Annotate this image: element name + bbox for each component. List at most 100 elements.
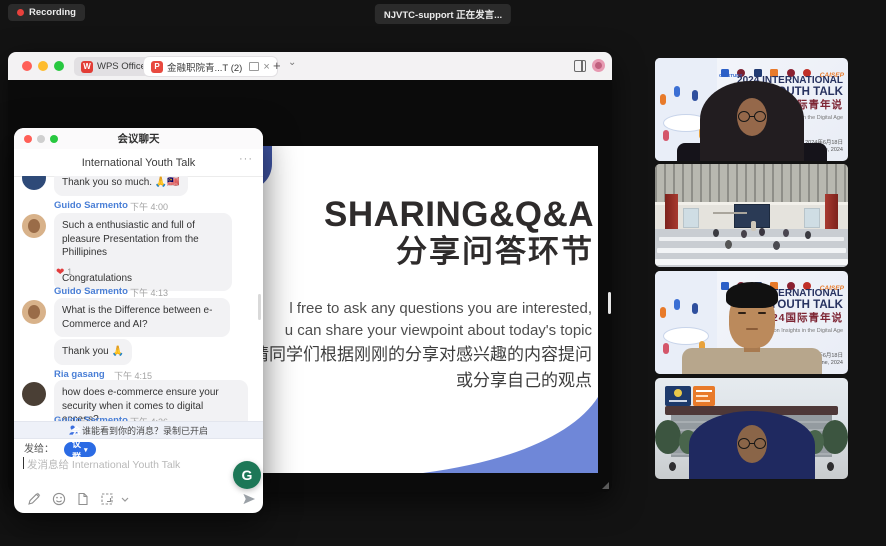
text-caret [23,457,24,469]
banner-line [713,212,747,214]
slide-body-text: l free to ask any questions you are inte… [252,298,592,394]
grammarly-badge[interactable]: G [233,461,261,489]
active-speaker-banner: NJVTC-support 正在发言... [375,4,511,24]
recording-dot-icon [17,9,24,16]
window-right [804,208,820,228]
sender-name: Guido Sarmento [54,286,128,297]
new-tab-button[interactable]: + [273,58,281,73]
chat-message-list[interactable]: Thank you so much. 🙏🇲🇾 Guido Sarmento 下午… [14,176,263,421]
chevron-down-icon: ▾ [84,446,88,454]
chat-scrollbar-thumb[interactable] [258,294,261,320]
recording-indicator: Recording [8,4,85,21]
slide-title: SHARING&Q&A 分享问答环节 [324,196,594,270]
classroom-ceiling [655,164,848,204]
send-to-label: 发给： [24,444,54,455]
chat-room-bar: International Youth Talk ··· [14,149,263,177]
send-to-selector[interactable]: 会议群聊 ▾ [64,442,96,457]
file-icon[interactable] [76,492,90,506]
notice-text: 谁能看到你的消息？录制已开启 [82,424,208,437]
tab-wps-home[interactable]: W WPS Office [74,57,153,76]
chat-bubble: Thank you so much. 🙏🇲🇾 [54,176,188,196]
emoji-icon[interactable] [52,492,66,506]
student-head [759,228,765,236]
slide-wave-decoration [423,391,598,473]
sender-name: Ria gasang [54,369,105,380]
meeting-chat-window: 会议聊天 International Youth Talk ··· Thank … [14,128,263,513]
chat-bubble: Such a enthusiastic and full of pleasure… [54,213,232,291]
message-text: Congratulations [62,272,224,286]
university-logo-navy [665,386,691,406]
sender-name: Guido Sarmento [54,200,128,211]
zoom-window-button[interactable] [54,61,64,71]
tab-wps-home-label: WPS Office [97,61,146,72]
avatar [22,214,46,238]
avatar [22,300,46,324]
send-to-row: 发给： 会议群聊 ▾ [24,442,54,457]
participant-hijab [689,411,815,479]
account-avatar[interactable] [592,59,605,72]
pen-icon[interactable] [27,492,41,506]
window-left [683,208,699,228]
standing-presenter [751,221,756,231]
student-head [773,241,780,250]
chat-message-input[interactable] [25,458,229,472]
active-speaker-label: NJVTC-support 正在发言... [384,7,502,21]
desk-row [659,237,844,241]
slide-body-en-2: u can share your viewpoint about today's… [252,320,592,342]
glasses-icon [738,438,766,449]
university-logo-orange [693,386,715,406]
desktop: Recording NJVTC-support 正在发言... W WPS Of… [0,0,886,546]
heart-icon: ❤ [56,267,64,278]
tree [822,420,848,454]
bollard [827,462,834,471]
wps-logo-icon: W [81,61,93,73]
student-head [741,230,747,238]
chat-titlebar: 会议聊天 [14,128,263,149]
glasses-icon [738,111,766,122]
resize-corner-handle[interactable] [602,482,609,489]
reaction-count: 1 [67,267,72,277]
message-time: 下午 4:00 [130,200,168,213]
participant-hijab [700,81,804,161]
send-icon[interactable] [242,492,256,506]
student-head [805,231,811,239]
toolbar-chevron-icon[interactable] [120,492,130,506]
chat-room-title: International Youth Talk [14,157,263,169]
sidebar-toggle-icon[interactable] [574,60,586,72]
tree [655,420,681,454]
tab-close-icon[interactable]: × [263,61,269,73]
close-window-button[interactable] [22,61,32,71]
chat-bubble: Thank you 🙏 [54,339,132,365]
slide-body-en-1: l free to ask any questions you are inte… [252,298,592,320]
tab-window-icon[interactable] [249,62,259,71]
message-reaction[interactable]: ❤ 1 [56,267,72,278]
message-text: Such a enthusiastic and full of pleasure… [62,219,224,260]
slide-title-zh: 分享问答环节 [324,234,594,270]
video-tile-classroom[interactable] [655,164,848,267]
desk-row [657,248,846,253]
student-head [783,229,789,237]
slide-body-zh-1: 请同学们根据刚刚的分享对感兴趣的内容提问 [252,342,592,368]
tab-presentation-label: 金融职院青...T (2) [167,60,242,74]
student-head [713,229,719,237]
chat-bubble: What is the Difference between e-Commerc… [54,298,230,337]
wps-titlebar: W WPS Office P 金融职院青...T (2) × + ⌄ [8,52,612,81]
bollard [669,462,676,471]
screenshot-icon[interactable] [100,492,114,506]
chat-more-icon[interactable]: ··· [239,153,253,165]
video-tile-speaker-3[interactable] [655,378,848,479]
recording-label: Recording [29,7,76,18]
wps-scrollbar-thumb[interactable] [608,292,611,314]
video-tile-speaker-1[interactable]: CAISEP GO STUDY 2024 INTERNATIONAL YOUTH… [655,58,848,161]
avatar [22,382,46,406]
avatar [22,176,46,190]
chat-window-title: 会议聊天 [14,131,263,146]
minimize-window-button[interactable] [38,61,48,71]
chat-visibility-notice: 谁能看到你的消息？录制已开启 [14,421,263,439]
ppt-file-icon: P [151,61,163,73]
tab-presentation-doc[interactable]: P 金融职院青...T (2) × [144,57,277,76]
video-tile-speaker-2[interactable]: CAISEP 2024 INTERNATIONAL YOUTH TALK 202… [655,271,848,374]
participant-hair [726,282,778,308]
tab-list-chevron-icon[interactable]: ⌄ [288,57,296,68]
desk-row [655,259,848,265]
